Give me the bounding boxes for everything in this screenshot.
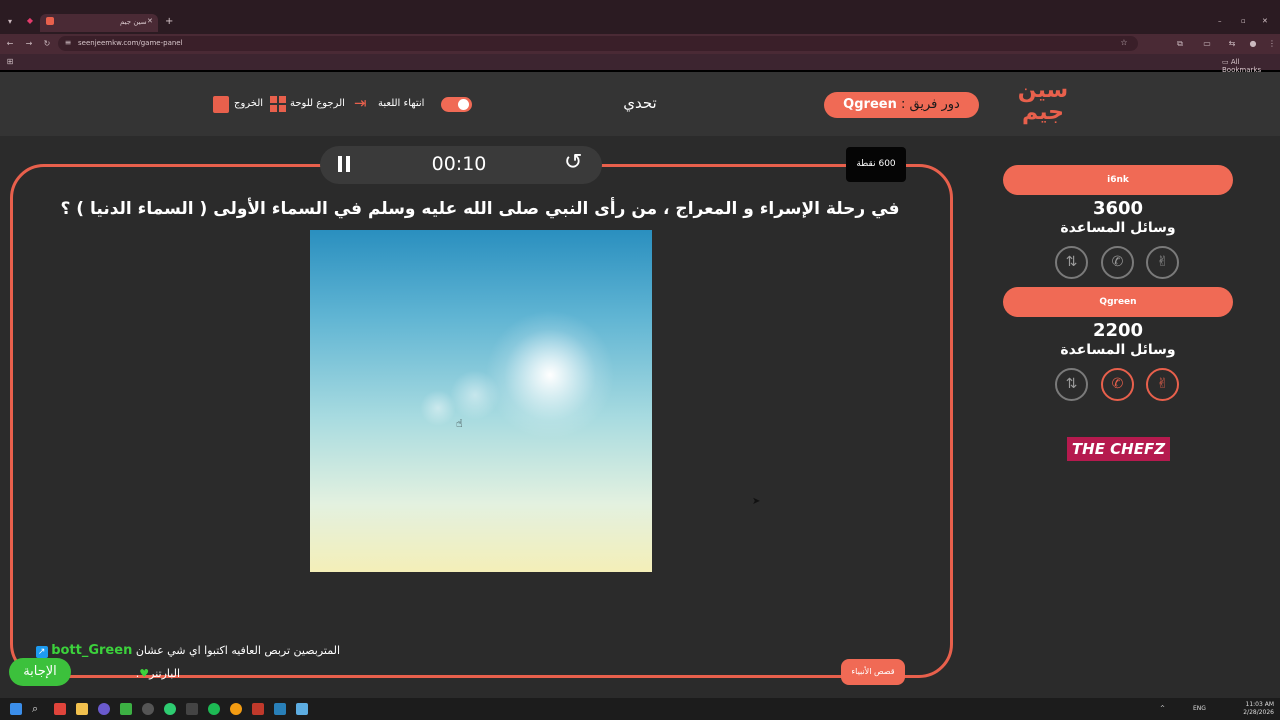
extensions-icon[interactable]: ⧉	[1174, 39, 1186, 49]
obs-icon[interactable]	[142, 703, 154, 715]
team-1-swap-aid-icon[interactable]: ⇅	[1055, 246, 1088, 279]
xbox-icon[interactable]	[120, 703, 132, 715]
back-to-board-link[interactable]: الرجوع للوحة	[290, 97, 345, 111]
team-1-call-aid-icon[interactable]: ✆	[1101, 246, 1134, 279]
url-field[interactable]: ≡ seenjeemkw.com/game-panel ☆	[58, 36, 1138, 51]
discord-icon[interactable]	[98, 703, 110, 715]
team-1-aids-label: وسائل المساعدة	[1060, 220, 1176, 236]
grid-icon	[270, 96, 287, 113]
end-game-toggle[interactable]	[441, 97, 472, 112]
tray-chevron-icon[interactable]: ^	[1160, 705, 1165, 712]
category-badge: قصص الأنبياء	[841, 659, 905, 685]
menu-icon[interactable]: ⋮	[1266, 39, 1278, 49]
app-icon-2[interactable]	[186, 703, 198, 715]
app-icon[interactable]	[164, 703, 176, 715]
chat-text-2: البارتنر	[149, 667, 180, 680]
cursor-icon: ➤	[752, 496, 761, 507]
pause-button[interactable]	[337, 156, 353, 172]
exit-link[interactable]: الخروج	[234, 97, 263, 111]
team-1-double-aid-icon[interactable]: ✌	[1146, 246, 1179, 279]
logo-text: سين جيم	[1017, 78, 1069, 125]
app-icon-5[interactable]	[274, 703, 286, 715]
sponsor-logo: THE CHEFZ	[1067, 437, 1170, 461]
exit-door-icon	[213, 96, 229, 113]
site-info-icon[interactable]: ≡	[62, 38, 74, 48]
steam-icon[interactable]	[296, 703, 308, 715]
cast-icon[interactable]: ▭	[1201, 39, 1213, 49]
brave-icon[interactable]	[54, 703, 66, 715]
answer-button[interactable]: الإجابة	[9, 658, 71, 686]
app-icon-3[interactable]	[230, 703, 242, 715]
toggle-knob	[458, 99, 469, 110]
chat-username: bott_Green	[51, 643, 133, 658]
tab-close-icon[interactable]: ✕	[147, 17, 153, 25]
back-icon[interactable]: ←	[4, 39, 16, 49]
turn-team: Qgreen	[843, 97, 897, 112]
bookmarks-bar	[0, 54, 1280, 70]
team-2-score: 2200	[1092, 320, 1144, 341]
url-text: seenjeemkw.com/game-panel	[78, 39, 183, 47]
clock-date[interactable]: 2/28/2026	[1234, 709, 1274, 716]
site-logo[interactable]: سين جيم	[1012, 80, 1074, 124]
profile-icon[interactable]: ●	[1247, 39, 1259, 49]
team-2-double-aid-icon[interactable]: ✌	[1146, 368, 1179, 401]
reset-timer-icon[interactable]: ↺	[564, 151, 582, 175]
arrow-icon: ⇥	[354, 94, 367, 112]
browser-tab-bar	[0, 0, 1280, 34]
clock-time[interactable]: 11:03 AM	[1234, 701, 1274, 708]
window-close-icon[interactable]: ✕	[1262, 17, 1268, 25]
page-title: تحدي	[623, 94, 657, 112]
folder-icon: ▭	[1222, 58, 1229, 66]
favicon-icon	[46, 17, 54, 25]
new-tab-button[interactable]: +	[165, 16, 173, 27]
translate-icon[interactable]: ⇆	[1226, 39, 1238, 49]
reload-icon[interactable]: ↻	[41, 39, 53, 49]
question-text: في رحلة الإسراء و المعراج ، من رأى النبي…	[60, 199, 900, 219]
team-2-aids-label: وسائل المساعدة	[1060, 342, 1176, 358]
app-icon-4[interactable]	[252, 703, 264, 715]
chat-message: المتربصين تربص العافيه اكتبوا اي شي عشان…	[20, 643, 340, 658]
start-icon[interactable]	[10, 703, 22, 715]
file-explorer-icon[interactable]	[76, 703, 88, 715]
team-2-name: Qgreen	[1003, 287, 1233, 317]
points-badge: 600 نقطة	[846, 147, 906, 182]
tab-search-icon[interactable]: ▾	[4, 17, 16, 27]
sun-glow	[485, 310, 615, 440]
badge-icon: ↗	[35, 646, 48, 658]
team-1-name: i6nk	[1003, 165, 1233, 195]
timer-display: 00:10	[431, 153, 487, 175]
spotify-icon[interactable]	[208, 703, 220, 715]
minimize-icon[interactable]: –	[1218, 17, 1222, 25]
mouse-pointer-icon: ☝	[456, 417, 463, 430]
pinned-tab-icon[interactable]: ◆	[24, 16, 36, 26]
question-image	[310, 230, 652, 572]
end-game-link[interactable]: انتهاء اللعبة	[378, 97, 424, 111]
language-indicator[interactable]: ENG	[1193, 705, 1206, 712]
turn-label: دور فريق :	[900, 97, 960, 112]
team-1-score: 3600	[1092, 198, 1144, 219]
maximize-icon[interactable]: ▫	[1241, 17, 1246, 25]
team-2-call-aid-icon[interactable]: ✆	[1101, 368, 1134, 401]
bookmark-star-icon[interactable]: ☆	[1118, 38, 1130, 48]
chat-text: المتربصين تربص العافيه اكتبوا اي شي عشان	[135, 644, 340, 657]
apps-icon[interactable]: ⊞	[4, 57, 16, 67]
tab-title: سين جيم	[120, 18, 147, 26]
forward-icon[interactable]: →	[23, 39, 35, 49]
search-icon[interactable]: ⌕	[32, 703, 44, 715]
team-turn-badge: دور فريق : Qgreen	[824, 92, 979, 118]
team-2-swap-aid-icon[interactable]: ⇅	[1055, 368, 1088, 401]
heart-icon: ♥	[139, 667, 150, 680]
browser-tab[interactable]: سين جيم ✕	[40, 14, 158, 32]
